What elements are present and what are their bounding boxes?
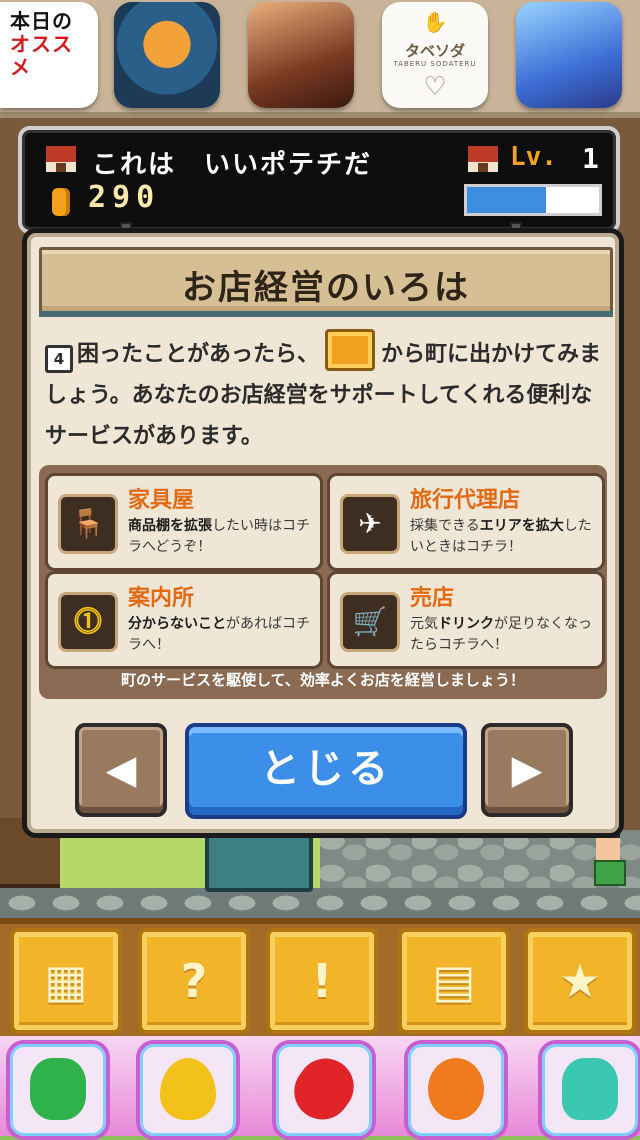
level-label: Lv. xyxy=(510,142,557,172)
previous-page-button[interactable]: ◀ xyxy=(75,723,167,817)
red-jelly-icon xyxy=(283,1047,365,1131)
service-store-desc: 元気ドリンクが足りなくなったらコチラへ！ xyxy=(410,614,600,656)
furniture-chair-icon: 🪑 xyxy=(70,507,106,540)
service-info-desc-bold: 分からないこと xyxy=(128,616,226,632)
service-travel-desc: 採集できるエリアを拡大したいときはコチラ！ xyxy=(410,516,600,558)
service-info-icon-box: ⓵ xyxy=(58,592,118,652)
tabesoda-logo-icon: ✋ xyxy=(422,10,448,34)
green-candy-icon xyxy=(30,1058,86,1120)
shop-icon xyxy=(46,146,76,172)
recommend-logo-icon: 本日の オススメ xyxy=(10,10,90,79)
candy-slot-green[interactable] xyxy=(6,1040,110,1140)
heart-icon: ♡ xyxy=(423,72,447,102)
menu-help-button[interactable]: ? xyxy=(138,928,250,1034)
tutorial-dialog: お店経営のいろは 4 困ったことがあったら、 から町に出かけてみましょう。あなたのお… xyxy=(22,228,624,838)
service-store-desc-bold: ドリンク xyxy=(438,616,494,632)
service-store-desc-pre: 元気 xyxy=(410,616,438,632)
candy-slot-yellow[interactable] xyxy=(136,1040,240,1140)
close-button[interactable]: とじる xyxy=(185,723,467,819)
service-card-travel: ✈ 旅行代理店 採集できるエリアを拡大したいときはコチラ！ xyxy=(327,473,605,571)
ad-app-tabesoda-title: タベソダ xyxy=(404,42,465,60)
service-card-store: 🛒 売店 元気ドリンクが足りなくなったらコチラへ！ xyxy=(327,571,605,669)
service-furniture-desc: 商品棚を拡張したい時はコチラへどうぞ！ xyxy=(128,516,318,558)
service-travel-desc-pre: 採集できる xyxy=(410,518,480,534)
page-number-badge: 4 xyxy=(45,345,73,373)
service-furniture-icon-box: 🪑 xyxy=(58,494,118,554)
close-button-label: とじる xyxy=(260,746,392,792)
candy-ad-bar xyxy=(0,1036,640,1140)
service-store-title: 売店 xyxy=(410,586,455,611)
service-travel-desc-bold: エリアを拡大 xyxy=(479,518,564,534)
bottom-menu-bar: ▦ ? ! ▤ ★ xyxy=(0,918,640,1036)
town-map-icon: ▤ xyxy=(432,954,476,1008)
service-info-title: 案内所 xyxy=(128,586,195,611)
menu-town-map-button[interactable]: ▤ xyxy=(398,928,510,1034)
dialog-title: お店経営のいろは xyxy=(182,268,470,308)
coin-count: 290 xyxy=(88,180,161,215)
candy-slot-orange[interactable] xyxy=(404,1040,508,1140)
experience-bar xyxy=(464,184,602,216)
service-travel-icon-box: ✈ xyxy=(340,494,400,554)
experience-bar-fill xyxy=(467,187,547,213)
ad-app-recommend[interactable]: 本日の オススメ xyxy=(0,2,98,108)
ad-app-romance[interactable] xyxy=(248,2,354,108)
service-card-info: ⓵ 案内所 分からないことがあればコチラへ！ xyxy=(45,571,323,669)
chevron-right-icon: ▶ xyxy=(511,747,543,793)
coin-icon xyxy=(52,188,70,216)
ad-app-recommend-line2: オススメ xyxy=(10,32,73,79)
service-store-icon-box: 🛒 xyxy=(340,592,400,652)
stone-wall xyxy=(0,888,640,918)
services-footer: 町のサービスを駆使して、効率よくお店を経営しましょう！ xyxy=(121,671,525,689)
dialog-body: 4 困ったことがあったら、 から町に出かけてみましょう。あなたのお店経営をサポートし… xyxy=(45,329,605,457)
question-sign-icon: ? xyxy=(180,954,208,1008)
level-value: 1 xyxy=(582,142,599,175)
dialog-title-board: お店経営のいろは xyxy=(39,247,613,317)
services-panel: 🪑 家具屋 商品棚を拡張したい時はコチラへどうぞ！ ✈ 旅行代理店 採集できるエ… xyxy=(39,465,607,699)
yellow-drop-icon xyxy=(160,1058,216,1120)
ad-app-recommend-line1: 本日の xyxy=(10,9,73,33)
dialog-body-part1: 困ったことがあったら、 xyxy=(77,342,320,367)
orange-candy-icon xyxy=(428,1058,484,1120)
ad-banner-strip: 本日の オススメ ✋ タベソダ TABERU SODATERU ♡ xyxy=(0,0,640,118)
title-board-base xyxy=(39,311,613,317)
service-card-furniture: 🪑 家具屋 商品棚を拡張したい時はコチラへどうぞ！ xyxy=(45,473,323,571)
teal-gummy-bear-icon xyxy=(562,1058,618,1120)
exclamation-characters-icon: ! xyxy=(311,954,333,1008)
exclamation-icon: ⓵ xyxy=(73,605,102,638)
customer-body xyxy=(594,860,626,886)
star-icon: ★ xyxy=(559,954,601,1008)
chevron-left-icon: ◀ xyxy=(105,747,137,793)
shop-building-icon: ▦ xyxy=(44,954,88,1008)
menu-favorites-button[interactable]: ★ xyxy=(524,928,636,1034)
ad-app-bubble-witch[interactable] xyxy=(516,2,622,108)
candy-slot-red[interactable] xyxy=(272,1040,376,1140)
service-furniture-desc-bold: 商品棚を拡張 xyxy=(128,518,212,534)
town-map-icon xyxy=(325,329,376,371)
menu-events-button[interactable]: ! xyxy=(266,928,378,1034)
service-furniture-title: 家具屋 xyxy=(128,488,195,513)
ad-app-tabesoda[interactable]: ✋ タベソダ TABERU SODATERU ♡ xyxy=(382,2,488,108)
ad-app-planet[interactable] xyxy=(114,2,220,108)
service-info-desc: 分からないことがあればコチラへ！ xyxy=(128,614,318,656)
shopping-cart-icon: 🛒 xyxy=(352,605,388,638)
menu-shop-button[interactable]: ▦ xyxy=(10,928,122,1034)
service-travel-title: 旅行代理店 xyxy=(410,488,521,513)
level-shop-icon xyxy=(468,146,498,172)
next-page-button[interactable]: ▶ xyxy=(481,723,573,817)
status-hud: これは いいポテチだ 290 Lv. 1 xyxy=(18,126,620,234)
candy-slot-teal[interactable] xyxy=(538,1040,640,1140)
airplane-icon: ✈ xyxy=(358,507,382,540)
shop-name: これは いいポテチだ xyxy=(92,150,373,180)
ad-app-tabesoda-subtitle: TABERU SODATERU xyxy=(393,60,477,68)
